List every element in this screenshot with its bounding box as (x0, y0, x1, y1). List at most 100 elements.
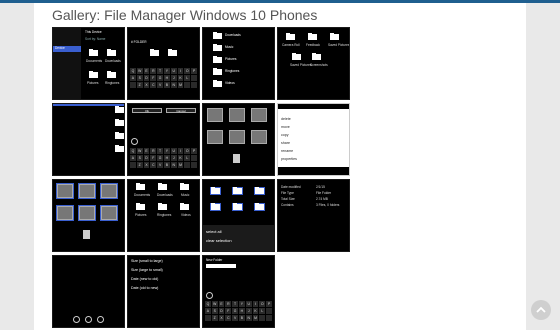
folder-label: Saved Pictures (328, 43, 350, 47)
page-title: Gallery: File Manager Windows 10 Phones (52, 7, 318, 23)
image-thumbnail (207, 130, 223, 144)
image-thumbnail (56, 183, 74, 199)
folder-icon (213, 80, 222, 87)
screenshot-10[interactable]: Documents Downloads Music Pictures Ringt… (127, 179, 200, 252)
property-value: 2.74 MB (316, 197, 328, 201)
screenshot-6[interactable]: Ok Cancel QWERTYUIOP ASDFGHJKL ZXCVBNM (127, 103, 200, 176)
folder-label: Pictures (87, 81, 99, 85)
folder-label: Camera Roll (282, 43, 300, 47)
sort-option[interactable]: Size (large to small) (131, 268, 163, 273)
add-icon[interactable] (73, 316, 80, 323)
folder-label: Documents (134, 193, 151, 197)
property-label: Contains (281, 203, 294, 207)
folder-icon (115, 106, 124, 113)
folder-icon (210, 203, 221, 211)
menu-item-select-all[interactable]: select all (206, 230, 222, 234)
folder-icon (136, 183, 145, 190)
folder-label: Downloads (105, 59, 121, 63)
s15-header: New Folder (206, 258, 223, 262)
chevron-up-icon (536, 306, 546, 313)
folder-icon (158, 183, 167, 190)
folder-icon (115, 145, 124, 152)
property-label: Total Size (281, 197, 295, 201)
folder-icon (254, 203, 265, 211)
context-header (278, 104, 349, 109)
ok-button[interactable]: Ok (132, 108, 162, 113)
image-thumbnail (207, 108, 223, 122)
scroll-to-top-button[interactable] (531, 300, 551, 320)
property-value: 2/1/15 (316, 185, 325, 189)
screenshot-9[interactable] (52, 179, 125, 252)
folder-name-input[interactable] (206, 264, 236, 268)
folder-icon (115, 132, 124, 139)
folder-label: Videos (181, 213, 191, 217)
screenshot-7[interactable] (202, 103, 275, 176)
image-thumbnail (78, 205, 96, 221)
menu-item-copy[interactable]: copy (281, 133, 289, 137)
s1-sort: Sort by: Name (85, 37, 106, 41)
folder-label: Feedback (306, 43, 320, 47)
property-label: File Type (281, 191, 294, 195)
folder-icon (180, 203, 189, 210)
folder-icon (107, 71, 116, 78)
property-label: Date modified (281, 185, 301, 189)
folder-label: Ringtones (105, 81, 120, 85)
cancel-button[interactable]: Cancel (166, 108, 196, 113)
thumb-footer (278, 167, 349, 175)
keyboard: QWERTYUIOP ASDFGHJKL ZXCVBNM (205, 301, 272, 321)
menu-item-share[interactable]: share (281, 141, 290, 145)
folder-icon (292, 53, 301, 60)
folder-icon (232, 203, 243, 211)
screenshot-12[interactable]: Date modified 2/1/15 File Type File Fold… (277, 179, 350, 252)
sort-option[interactable]: Date (new to old) (131, 277, 158, 282)
screenshot-15[interactable]: New Folder QWERTYUIOP ASDFGHJKL ZXCVBNM (202, 255, 275, 328)
folder-label: Ringtones (225, 69, 240, 73)
back-icon[interactable] (206, 292, 213, 299)
folder-label: Screenshots (310, 63, 328, 67)
folder-label: Documents (86, 59, 103, 63)
keyboard: QWERTYUIOP ASDFGHJKL ZXCVBNM (130, 148, 197, 168)
folder-icon (136, 203, 145, 210)
screenshot-4[interactable]: Camera Roll Feedback Saved Pictures Save… (277, 27, 350, 100)
side-panel (53, 28, 81, 99)
back-icon[interactable] (131, 138, 138, 145)
folder-label: Ringtones (157, 213, 172, 217)
screenshot-11[interactable]: select all clear selection (202, 179, 275, 252)
menu-item-move[interactable]: move (281, 125, 290, 129)
folder-label: Music (225, 45, 234, 49)
folder-label: Saved Pictures (290, 63, 312, 67)
property-value: 3 Files, 0 folders (316, 203, 340, 207)
folder-label: Music (181, 193, 190, 197)
sort-option[interactable]: Date (old to new) (131, 286, 158, 291)
image-thumbnail (229, 108, 245, 122)
folder-icon (180, 183, 189, 190)
image-thumbnail (100, 183, 118, 199)
folder-icon (232, 187, 243, 195)
folder-icon (150, 49, 159, 56)
sort-icon[interactable] (97, 316, 104, 323)
folder-icon (213, 68, 222, 75)
folder-icon (89, 71, 98, 78)
screenshot-8[interactable]: delete move copy share rename properties (277, 103, 350, 176)
image-thumbnail (56, 205, 74, 221)
screenshot-1[interactable]: Device This Device Sort by: Name Documen… (52, 27, 125, 100)
s1-header: This Device (85, 30, 102, 34)
select-icon[interactable] (85, 316, 92, 323)
side-item-device: Device (55, 46, 65, 50)
menu-item-clear-selection[interactable]: clear selection (206, 239, 232, 243)
folder-icon (168, 49, 177, 56)
sort-option[interactable]: Size (small to large) (131, 259, 163, 264)
screenshot-13[interactable] (52, 255, 125, 328)
folder-icon (254, 187, 265, 195)
screenshot-14[interactable]: Size (small to large) Size (large to sma… (127, 255, 200, 328)
folder-label: Pictures (225, 57, 237, 61)
menu-item-rename[interactable]: rename (281, 149, 293, 153)
menu-item-properties[interactable]: properties (281, 157, 297, 161)
screenshot-5[interactable] (52, 103, 125, 176)
screenshot-3[interactable]: Downloads Music Pictures Ringtones Video… (202, 27, 275, 100)
folder-icon (213, 56, 222, 63)
document-icon (233, 154, 240, 163)
menu-item-delete[interactable]: delete (281, 117, 291, 121)
screenshot-2[interactable]: # FOLDER QWERTYUIOP ASDFGHJKL ZXCVBNM (127, 27, 200, 100)
gallery-page: Gallery: File Manager Windows 10 Phones … (34, 3, 526, 330)
